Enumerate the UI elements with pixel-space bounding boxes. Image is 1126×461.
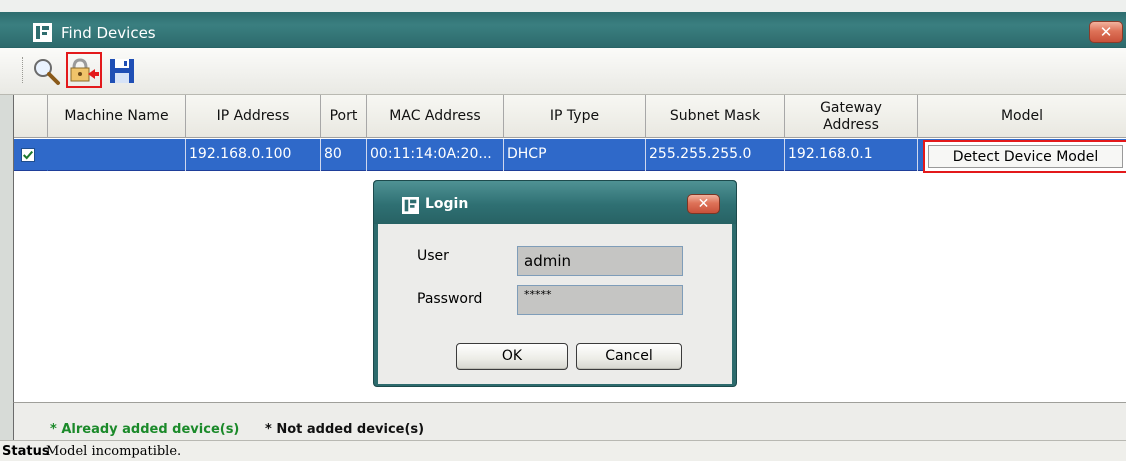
cell-ip-address: 192.168.0.100 (186, 139, 321, 171)
search-icon[interactable] (31, 56, 61, 86)
header-mac-address[interactable]: MAC Address (367, 95, 504, 138)
app-logo-icon (402, 197, 419, 214)
toolbar (0, 48, 1126, 95)
login-button[interactable] (66, 52, 102, 88)
login-body: User admin Password ***** OK Cancel (378, 224, 732, 384)
detect-model-highlight: Detect Device Model (923, 140, 1126, 173)
login-close-button[interactable]: ✕ (687, 194, 720, 214)
row-checkbox[interactable] (21, 148, 35, 162)
header-ip-address[interactable]: IP Address (186, 95, 321, 138)
toolbar-grip[interactable] (22, 57, 25, 83)
status-bar: Status Model incompatible. (0, 440, 1126, 461)
login-title: Login (425, 196, 469, 212)
find-devices-window: Find Devices ✕ Machine Name IP Address P… (0, 0, 1126, 461)
app-logo-icon (33, 23, 52, 42)
header-model[interactable]: Model (918, 95, 1126, 138)
header-ip-type[interactable]: IP Type (504, 95, 646, 138)
table-header: Machine Name IP Address Port MAC Address… (14, 95, 1126, 138)
cell-mac-address: 00:11:14:0A:20... (367, 139, 504, 171)
header-port[interactable]: Port (321, 95, 367, 138)
cell-ip-type: DHCP (504, 139, 646, 171)
cell-subnet-mask: 255.255.255.0 (646, 139, 785, 171)
status-label: Status (2, 444, 50, 459)
header-checkbox-column[interactable] (14, 95, 48, 138)
cancel-button[interactable]: Cancel (576, 343, 682, 370)
legend-bar: * Already added device(s) * Not added de… (13, 402, 1126, 440)
row-checkbox-cell (14, 139, 48, 171)
user-label: User (417, 248, 449, 264)
status-text: Model incompatible. (46, 444, 182, 459)
login-dialog: Login ✕ User admin Password ***** OK Can… (373, 180, 737, 387)
user-field[interactable]: admin (517, 246, 683, 276)
login-title-bar[interactable]: Login ✕ (374, 181, 736, 224)
password-label: Password (417, 291, 483, 307)
save-icon[interactable] (107, 56, 137, 86)
legend-added: * Already added device(s) (50, 422, 240, 437)
login-icon (70, 58, 99, 82)
header-subnet-mask[interactable]: Subnet Mask (646, 95, 785, 138)
cell-port: 80 (321, 139, 367, 171)
cell-machine-name (48, 139, 186, 171)
detect-device-model-button[interactable]: Detect Device Model (928, 145, 1123, 168)
window-title: Find Devices (61, 24, 156, 42)
header-gateway-address[interactable]: Gateway Address (785, 95, 918, 138)
ok-button[interactable]: OK (456, 343, 568, 370)
header-machine-name[interactable]: Machine Name (48, 95, 186, 138)
password-field[interactable]: ***** (517, 285, 683, 315)
close-button[interactable]: ✕ (1089, 21, 1123, 43)
legend-not-added: * Not added device(s) (265, 422, 425, 437)
title-bar: Find Devices ✕ (0, 0, 1126, 48)
cell-gateway: 192.168.0.1 (785, 139, 918, 171)
